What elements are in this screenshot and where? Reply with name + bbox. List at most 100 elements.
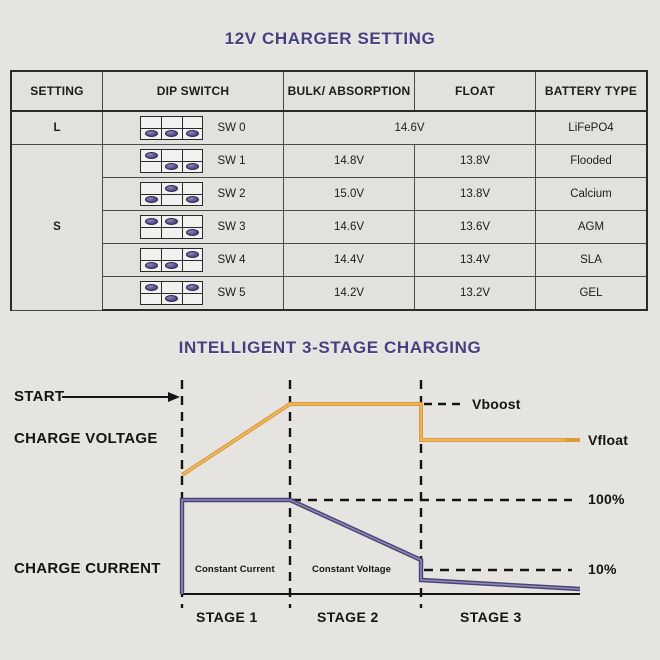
- cell-dip-switch: SW 5: [102, 276, 284, 311]
- cell-dip-switch: SW 3: [102, 210, 284, 244]
- dip-switch-name: SW 0: [217, 122, 246, 134]
- dip-slot-up: [182, 117, 203, 129]
- dip-knob-icon: [165, 163, 179, 171]
- dip-slot-down: [183, 228, 203, 239]
- dip-switch-toggle-2[interactable]: [162, 216, 183, 238]
- dip-slot-up: [141, 282, 162, 294]
- dip-slot-up: [182, 150, 203, 162]
- cell-battery-type: Flooded: [535, 144, 648, 178]
- dip-slot-down: [183, 129, 203, 140]
- dip-switch-toggle-2[interactable]: [162, 150, 183, 172]
- dip-knob-icon: [144, 151, 158, 159]
- dip-switch-toggle-1[interactable]: [141, 216, 163, 238]
- dip-knob-icon: [186, 229, 200, 237]
- dip-switch-toggle-2[interactable]: [162, 249, 183, 271]
- charge-current-label: CHARGE CURRENT: [14, 560, 161, 577]
- constant-voltage-label: Constant Voltage: [312, 564, 392, 575]
- dip-switch-name: SW 5: [217, 287, 246, 299]
- dip-switch-toggle-2[interactable]: [162, 117, 183, 139]
- infographic-root: 12V CHARGER SETTING SETTING DIP SWITCH B…: [0, 0, 660, 660]
- cell-float: 13.6V: [414, 210, 536, 244]
- dip-switch-graphic: [140, 215, 204, 239]
- charger-setting-table: SETTING DIP SWITCH BULK/ ABSORPTION FLOA…: [10, 70, 648, 311]
- dip-switch-graphic: [140, 182, 204, 206]
- cell-dip-switch: SW 4: [102, 243, 284, 277]
- cell-setting: L: [10, 110, 103, 145]
- stage-3-label: STAGE 3: [460, 609, 522, 625]
- dip-knob-icon: [144, 130, 158, 138]
- cell-dip-switch: SW 0: [102, 110, 284, 145]
- stage-2-label: STAGE 2: [317, 609, 379, 625]
- table-row: SW 5 14.2V 13.2V GEL: [11, 276, 648, 311]
- table-header: SETTING DIP SWITCH BULK/ ABSORPTION FLOA…: [10, 70, 648, 112]
- charge-current-curve-highlight: [181, 499, 581, 594]
- dip-switch-graphic: [140, 149, 204, 173]
- dip-switch-toggle-3[interactable]: [182, 183, 203, 205]
- dip-switch-toggle-3[interactable]: [182, 117, 203, 140]
- dip-slot-up: [162, 117, 182, 129]
- cell-bulk-absorption: 14.4V: [283, 243, 415, 277]
- table-row: SW 4 14.4V 13.4V SLA: [11, 243, 648, 277]
- constant-current-label: Constant Current: [195, 564, 275, 575]
- cell-setting: S: [10, 144, 103, 311]
- dip-slot-up: [162, 249, 182, 261]
- cell-float: 13.2V: [414, 276, 536, 311]
- dip-slot-up: [182, 183, 203, 195]
- dip-slot-down: [141, 162, 161, 173]
- dip-switch-toggle-1[interactable]: [141, 183, 163, 205]
- dip-slot-up: [141, 249, 162, 261]
- dip-switch-name: SW 1: [217, 155, 246, 167]
- dip-knob-icon: [165, 295, 179, 303]
- table-header-row: SETTING DIP SWITCH BULK/ ABSORPTION FLOA…: [10, 70, 648, 112]
- dip-switch-name: SW 3: [217, 221, 246, 233]
- dip-knob-icon: [186, 283, 200, 291]
- dip-switch-toggle-1[interactable]: [141, 282, 163, 305]
- dip-slot-up: [182, 249, 203, 261]
- dip-slot-up: [141, 216, 162, 228]
- dip-knob-icon: [165, 130, 179, 138]
- dip-slot-down: [141, 129, 161, 140]
- charger-setting-title: 12V CHARGER SETTING: [224, 29, 436, 48]
- start-arrow-head: [168, 392, 180, 402]
- dip-slot-down: [183, 162, 203, 173]
- dip-switch-toggle-3[interactable]: [182, 282, 203, 305]
- dip-slot-down: [162, 228, 182, 239]
- charge-voltage-curve-highlight: [181, 403, 580, 476]
- cell-bulk-absorption: 14.8V: [283, 144, 415, 178]
- dip-knob-icon: [186, 130, 200, 138]
- table-row: SW 2 15.0V 13.8V Calcium: [11, 177, 648, 211]
- dip-switch-toggle-1[interactable]: [141, 150, 163, 173]
- dip-knob-icon: [186, 163, 200, 171]
- dip-switch-toggle-3[interactable]: [182, 150, 203, 173]
- dip-switch-graphic: [140, 281, 204, 305]
- dip-switch-toggle-3[interactable]: [182, 249, 203, 271]
- dip-switch-toggle-1[interactable]: [141, 249, 163, 272]
- table-body: L SW 0 14.6V LiFePO4 S SW 1 14.8V 13.8V Flooded S…: [10, 110, 648, 311]
- dip-switch-toggle-3[interactable]: [182, 216, 203, 239]
- cell-float: 13.4V: [414, 243, 536, 277]
- dip-slot-down: [141, 261, 161, 272]
- dip-slot-down: [162, 294, 182, 305]
- dip-slot-down: [162, 195, 182, 206]
- dip-knob-icon: [144, 262, 158, 270]
- column-header-battery-type: BATTERY TYPE: [535, 70, 648, 112]
- dip-knob-icon: [144, 283, 158, 291]
- dip-slot-down: [162, 129, 182, 140]
- dip-switch-toggle-1[interactable]: [141, 117, 163, 140]
- dip-knob-icon: [186, 250, 200, 258]
- dip-slot-up: [182, 216, 203, 228]
- dip-switch-toggle-2[interactable]: [162, 282, 183, 304]
- cell-dip-switch: SW 2: [102, 177, 284, 211]
- vfloat-label: Vfloat: [588, 432, 629, 448]
- cell-battery-type: GEL: [535, 276, 648, 311]
- cell-battery-type: AGM: [535, 210, 648, 244]
- dip-slot-down: [141, 294, 161, 305]
- dip-slot-up: [182, 282, 203, 294]
- dip-slot-up: [162, 183, 182, 195]
- column-header-float: FLOAT: [414, 70, 536, 112]
- dip-slot-down: [183, 294, 203, 305]
- dip-knob-icon: [144, 196, 158, 204]
- column-header-bulk-absorption: BULK/ ABSORPTION: [283, 70, 415, 112]
- dip-switch-toggle-2[interactable]: [162, 183, 183, 205]
- column-header-dip-switch: DIP SWITCH: [102, 70, 284, 112]
